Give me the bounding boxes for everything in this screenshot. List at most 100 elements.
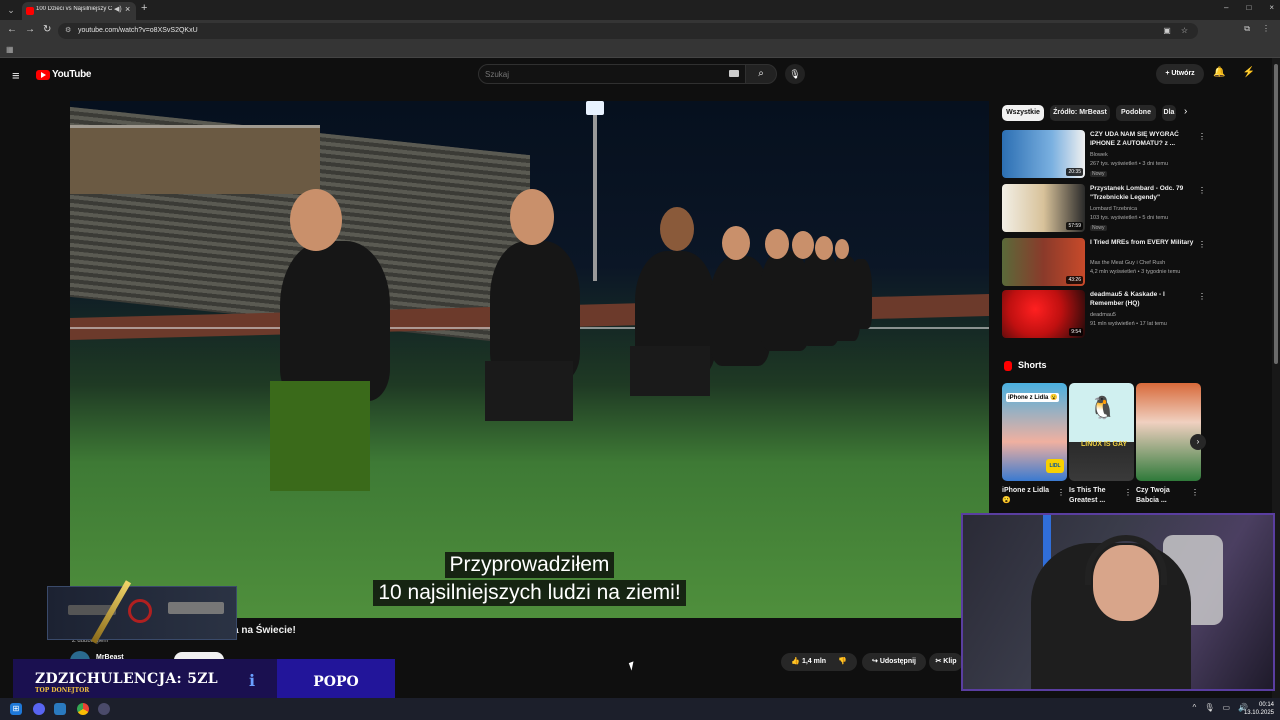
thumbs-down-icon[interactable]: 👎 [838, 658, 847, 665]
recommendation-item[interactable]: 43:26 I Tried MREs from EVERY Military M… [1002, 238, 1206, 288]
notifications-bell-icon[interactable]: 🔔 [1213, 67, 1225, 78]
recommendation-item[interactable]: 20:35 CZY UDA NAM SIĘ WYGRAĆ IPHONE Z AU… [1002, 130, 1206, 180]
clock-date: 13.10.2025 [1243, 710, 1274, 716]
back-arrow-icon[interactable]: ← [7, 24, 17, 35]
recommendation-channel[interactable]: Max the Meat Guy i Chef Rush [1090, 260, 1165, 266]
search-input[interactable] [485, 68, 715, 80]
recommendation-title[interactable]: deadmau5 & Kaskade - I Remember (HQ) [1090, 290, 1194, 308]
keyboard-icon[interactable] [729, 70, 739, 77]
clip-label: Klip [943, 658, 957, 665]
tab-search-chevron-icon[interactable]: ⌄ [4, 3, 18, 17]
search-box[interactable] [478, 64, 746, 84]
video-player[interactable]: Przyprowadziłem 10 najsilniejszych ludzi… [70, 101, 989, 618]
minimize-button[interactable]: – [1224, 3, 1228, 12]
recommendation-thumbnail[interactable]: 9:54 [1002, 290, 1085, 338]
close-window-button[interactable]: × [1269, 3, 1274, 12]
account-avatar-icon[interactable]: ⚡ [1242, 67, 1256, 81]
recommendation-item[interactable]: 57:59 Przystanek Lombard - Odc. 79 "Trze… [1002, 184, 1206, 234]
weapon-highlight-ring [128, 599, 152, 623]
donation-logo-icon: ℹ [249, 673, 256, 690]
voice-search-button[interactable]: 🎙 [785, 64, 805, 84]
chip-all[interactable]: Wszystkie [1002, 105, 1044, 121]
maximize-button[interactable]: □ [1246, 3, 1251, 12]
steam-icon[interactable] [54, 703, 66, 715]
more-options-icon[interactable]: ⋮ [1191, 488, 1199, 497]
recommendation-title[interactable]: I Tried MREs from EVERY Military [1090, 238, 1194, 247]
new-tab-button[interactable]: + [141, 2, 147, 14]
extensions-icon[interactable]: ⧉ [1244, 24, 1250, 34]
short-card[interactable] [1136, 383, 1201, 481]
short-card[interactable]: iPhone z Lidla 😮 LIDL [1002, 383, 1067, 481]
menu-dots-icon[interactable]: ⋮ [1262, 24, 1270, 34]
screen: ⌄ 100 Dzieci vs Najsilniejszy Człowiek ◀… [0, 0, 1280, 720]
short-card[interactable]: 🐧 LINUX IS GAY [1069, 383, 1134, 481]
obs-icon[interactable] [98, 703, 110, 715]
search-button[interactable]: ⌕ [745, 64, 777, 84]
video-title: a na Świecie! [233, 625, 296, 636]
more-options-icon[interactable]: ⋮ [1198, 292, 1206, 301]
shorts-heading: Shorts [1018, 360, 1047, 370]
speaker-icon[interactable]: ◀) [114, 5, 122, 13]
short-title[interactable]: iPhone z Lidla 😮 [1002, 486, 1058, 506]
chips-next-chevron-icon[interactable]: › [1184, 106, 1187, 117]
recommendation-stats: 103 tys. wyświetleń • 5 dni temu [1090, 215, 1169, 221]
recommendation-thumbnail[interactable]: 43:26 [1002, 238, 1085, 286]
recommendation-channel[interactable]: Lombard Trzebnica [1090, 206, 1137, 212]
hamburger-menu-icon[interactable]: ≡ [12, 68, 20, 83]
site-info-icon[interactable]: ⚙ [65, 26, 71, 34]
youtube-favicon-icon [26, 7, 34, 15]
recommendation-channel[interactable]: Blowek [1090, 152, 1108, 158]
microphone-icon: 🎙 [789, 69, 801, 79]
window-controls: – □ × [1224, 3, 1274, 12]
more-options-icon[interactable]: ⋮ [1057, 488, 1065, 497]
video-duration: 57:59 [1066, 222, 1083, 230]
chrome-icon[interactable] [77, 703, 89, 715]
discord-icon[interactable] [33, 703, 45, 715]
athlete-3-shorts [630, 346, 710, 396]
youtube-logo[interactable]: YouTube [36, 69, 92, 80]
athlete-4-head [722, 226, 750, 260]
athlete-1-head [290, 189, 342, 251]
chip-source-mrbeast[interactable]: Źródło: MrBeast [1050, 105, 1110, 121]
clip-button[interactable]: ✂ Klip [929, 653, 963, 671]
more-options-icon[interactable]: ⋮ [1124, 488, 1132, 497]
address-bar[interactable]: ⚙ youtube.com/watch?v=o8XSvS2QKxU ▣ ☆ [58, 23, 1198, 39]
page-scrollbar-thumb[interactable] [1274, 64, 1278, 364]
reload-icon[interactable]: ↻ [43, 24, 51, 35]
recommendation-channel[interactable]: deadmau5 [1090, 312, 1116, 318]
athlete-8-head [835, 239, 849, 259]
tab-title: 100 Dzieci vs Najsilniejszy Człowiek [36, 6, 112, 12]
athlete-7-head [815, 236, 833, 260]
cast-icon[interactable]: ▣ [1163, 26, 1171, 35]
shorts-next-chevron-icon[interactable]: › [1190, 434, 1206, 450]
like-button[interactable]: 👍 1,4 mln 👎 [781, 653, 857, 671]
recommendation-title[interactable]: CZY UDA NAM SIĘ WYGRAĆ IPHONE Z AUTOMATU… [1090, 130, 1194, 148]
youtube-play-logo-icon [36, 69, 50, 80]
recommendation-item[interactable]: 9:54 deadmau5 & Kaskade - I Remember (HQ… [1002, 290, 1206, 340]
forward-arrow-icon[interactable]: → [25, 24, 35, 35]
short-title[interactable]: Czy Twoja Babcia ... [1136, 486, 1192, 506]
share-button[interactable]: ↪ Udostępnij [862, 653, 926, 671]
short-title[interactable]: Is This The Greatest ... [1069, 486, 1125, 506]
taskbar-clock[interactable]: 00:14 13.10.2025 [1244, 701, 1274, 717]
browser-tab-active[interactable]: 100 Dzieci vs Najsilniejszy Człowiek ◀) … [22, 2, 136, 20]
chip-for-you[interactable]: Dla [1162, 105, 1176, 121]
recommendation-thumbnail[interactable]: 20:35 [1002, 130, 1085, 178]
chevron-up-icon[interactable]: ^ [1193, 703, 1197, 712]
tab-close-icon[interactable]: × [125, 4, 130, 14]
recommendation-thumbnail[interactable]: 57:59 [1002, 184, 1085, 232]
address-url[interactable]: youtube.com/watch?v=o8XSvS2QKxU [78, 27, 198, 34]
more-options-icon[interactable]: ⋮ [1198, 240, 1206, 249]
apps-grid-icon[interactable]: ▦ [6, 45, 14, 54]
network-icon[interactable]: ▭ [1222, 703, 1230, 712]
bookmark-star-icon[interactable]: ☆ [1181, 26, 1188, 35]
recommendation-title[interactable]: Przystanek Lombard - Odc. 79 "Trzebnicki… [1090, 184, 1194, 202]
bookmarks-bar: ▦ [0, 42, 1280, 58]
subtitle-text-2: 10 najsilniejszych ludzi na ziemi! [373, 580, 686, 606]
chip-similar[interactable]: Podobne [1116, 105, 1156, 121]
microphone-tray-icon[interactable]: 🎙 [1204, 703, 1214, 712]
windows-start-icon[interactable]: ⊞ [10, 703, 22, 715]
create-button[interactable]: + Utwórz [1156, 64, 1204, 84]
more-options-icon[interactable]: ⋮ [1198, 186, 1206, 195]
more-options-icon[interactable]: ⋮ [1198, 132, 1206, 141]
